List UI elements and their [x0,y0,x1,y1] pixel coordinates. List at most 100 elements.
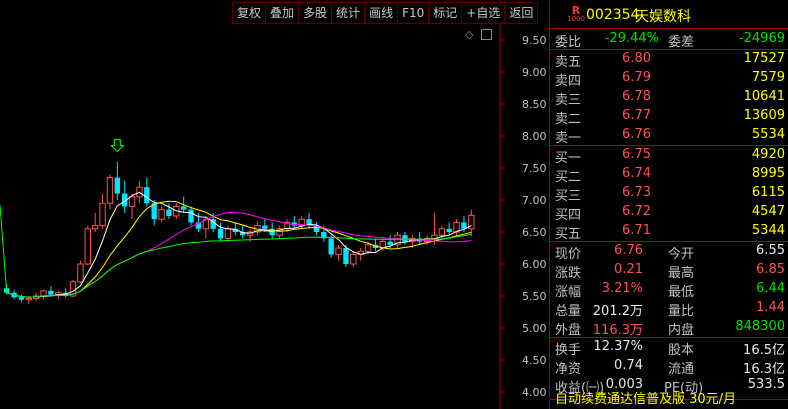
kline-chart[interactable]: 9.50 9.00 8.50 8.00 7.50 7.00 6.50 6.00 5.50 5.00… [0,0,549,409]
axis-tick-label: 7.00 [522,194,547,207]
candle-body [335,247,342,255]
net-asset: 0.74 [614,358,643,373]
candle-body [40,290,47,297]
axis-tick-label: 6.50 [522,226,547,239]
bid-row[interactable]: 买二 6.74 8995 [550,165,788,185]
bid-label: 买一 [555,151,582,166]
candle-body [77,263,84,283]
bid-volume: 5344 [751,223,785,238]
candle-body [48,290,54,295]
volume-ratio: 1.44 [756,300,785,315]
f10-button[interactable]: F10 [397,2,429,24]
candle-body [92,225,99,230]
candle-body [224,228,232,239]
ask-label: 卖四 [555,74,582,89]
restore-rights-button[interactable]: 复权 [232,2,266,24]
axis-tick-label: 9.00 [522,66,547,79]
fund-row: 净资 0.74 流通 16.3亿 [555,358,785,377]
candle-body [438,228,445,236]
quote-row: 涨跌 0.21 最高 6.85 [555,262,785,281]
draw-line-button[interactable]: 画线 [364,2,398,24]
bid-price: 6.74 [622,166,651,181]
axis-tick-label: 4.50 [522,354,547,367]
quote-row: 总量 201.2万 量比 1.44 [555,300,785,319]
ma-line [6,191,472,298]
candle-body [262,225,268,229]
candle-body [144,187,150,204]
ticker-bar: 自动续费通达信普及版 30元/月 [550,392,788,407]
candle-body [364,244,372,252]
ask-row[interactable]: 卖三 6.78 10641 [550,88,788,108]
candle-body [217,228,224,239]
bid-row[interactable]: 买一 6.75 4920 [550,146,788,166]
back-button[interactable]: 返回 [504,2,539,24]
quote-row: 涨幅 3.21% 最低 6.44 [555,281,785,300]
quote-panel: R 1000 002354 天娱数科 委比 -29.44% 委差 -24969 … [549,0,788,409]
commission-row: 委比 -29.44% 委差 -24969 [555,31,785,50]
bid-row[interactable]: 买五 6.71 5344 [550,222,788,242]
margin-badge: R 1000 [567,4,585,23]
price-change: 0.21 [614,262,643,277]
diamond-icon[interactable]: ◇ [465,28,473,41]
square-icon[interactable] [481,29,493,40]
ask-volume: 17527 [743,51,785,66]
axis-tick-label: 4.00 [522,386,547,399]
ask-row[interactable]: 卖四 6.79 7579 [550,69,788,89]
inner-volume: 848300 [735,319,785,334]
mark-button[interactable]: 标记 [428,2,462,24]
bid-book: 买一 6.75 4920 买二 6.74 8995 买三 6.73 6115 买四 6.72 4547… [550,145,788,242]
ask-label: 卖五 [555,55,582,70]
ma-line [6,200,472,298]
ask-volume: 10641 [743,89,785,104]
stock-header: R 1000 002354 天娱数科 [550,0,788,29]
candle-body [25,298,32,301]
axis-tick-label: 7.50 [522,162,547,175]
axis-tick-label: 9.50 [522,34,547,47]
ask-row[interactable]: 卖二 6.77 13609 [550,107,788,127]
float-shares: 16.3亿 [743,362,785,377]
ask-price: 6.80 [622,51,651,66]
ask-label: 卖一 [555,131,582,146]
candle-body [446,228,452,232]
bid-row[interactable]: 买三 6.73 6115 [550,184,788,204]
ask-row[interactable]: 卖五 6.80 17527 [550,50,788,70]
low-price: 6.44 [756,281,785,296]
pct-change: 3.21% [601,281,643,296]
high-price: 6.85 [756,262,785,277]
axis-tick-label: 8.00 [522,130,547,143]
promo-ticker[interactable]: 自动续费通达信普及版 30元/月 [550,388,736,407]
bid-volume: 6115 [751,185,785,200]
candle-body [343,248,349,264]
candle-body [181,206,187,210]
kline-chart-area[interactable]: 9.50 9.00 8.50 8.00 7.50 7.00 6.50 6.00 5.50 5.00… [0,0,549,409]
ask-price: 6.77 [622,108,651,123]
candle-body [328,238,334,255]
add-watchlist-button[interactable]: +自选 [461,2,505,24]
bid-label: 买五 [555,227,582,242]
total-volume: 201.2万 [592,304,643,319]
fundamentals-block: 换手 12.37% 股本 16.5亿 净资 0.74 流通 16.3亿 收益(㈠… [550,337,788,396]
bid-row[interactable]: 买四 6.72 4547 [550,203,788,223]
ask-label: 卖三 [555,93,582,108]
candle-body [18,297,25,300]
total-equity: 16.5亿 [743,343,785,358]
statistics-button[interactable]: 统计 [331,2,365,24]
bid-label: 买四 [555,208,582,223]
candle-body [188,209,194,223]
current-price: 6.76 [614,243,643,258]
peak-arrow-icon [110,139,125,153]
ask-row[interactable]: 卖一 6.76 5534 [550,126,788,146]
bid-volume: 4547 [751,204,785,219]
bid-volume: 8995 [751,166,785,181]
outer-volume: 116.3万 [592,323,643,338]
fund-row: 换手 12.37% 股本 16.5亿 [555,339,785,358]
quote-row: 外盘 116.3万 内盘 848300 [555,319,785,338]
overlay-button[interactable]: 叠加 [265,2,299,24]
candle-body [387,241,393,245]
open-price: 6.55 [756,243,785,258]
candle-body [166,209,172,216]
multi-stock-button[interactable]: 多股 [298,2,332,24]
ask-book: 卖五 6.80 17527 卖四 6.79 7579 卖三 6.78 10641 卖二 6.77 13… [550,49,788,146]
ask-price: 6.78 [622,89,651,104]
candle-body [402,235,408,242]
